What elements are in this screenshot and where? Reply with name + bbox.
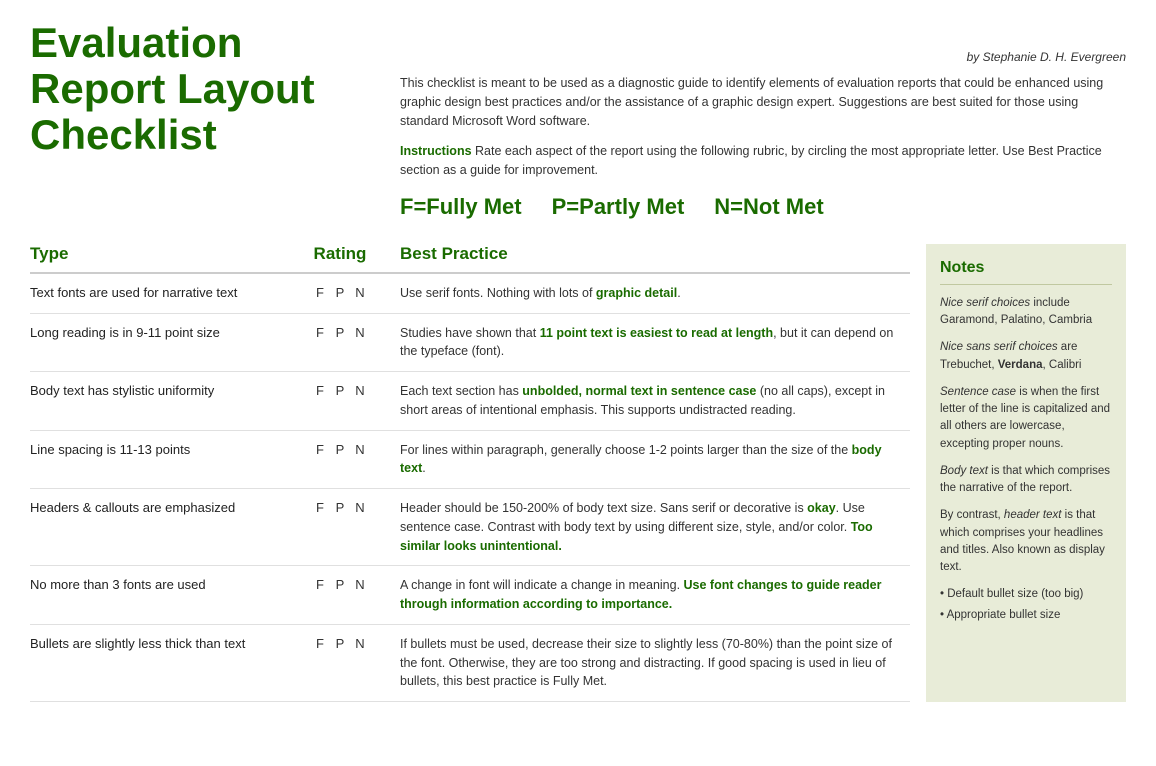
table-row: Long reading is in 9-11 point size F P N…	[30, 314, 910, 373]
table-row: Headers & callouts are emphasized F P N …	[30, 489, 910, 566]
row-type-3: Body text has stylistic uniformity	[30, 382, 290, 400]
col-practice-header: Best Practice	[390, 244, 910, 264]
rating-f[interactable]: F	[314, 500, 326, 515]
row-practice-7: If bullets must be used, decrease their …	[390, 635, 910, 691]
table-row: Body text has stylistic uniformity F P N…	[30, 372, 910, 431]
note-sans-serif: Nice sans serif choices are Trebuchet, V…	[940, 339, 1112, 374]
rating-p[interactable]: P	[334, 285, 346, 300]
main-content: Type Rating Best Practice Text fonts are…	[30, 244, 1126, 702]
table-row: Text fonts are used for narrative text F…	[30, 274, 910, 314]
row-type-1: Text fonts are used for narrative text	[30, 284, 290, 302]
row-rating-3[interactable]: F P N	[290, 382, 390, 398]
row-type-2: Long reading is in 9-11 point size	[30, 324, 290, 342]
row-rating-6[interactable]: F P N	[290, 576, 390, 592]
row-type-4: Line spacing is 11-13 points	[30, 441, 290, 459]
row-practice-6: A change in font will indicate a change …	[390, 576, 910, 614]
rating-n[interactable]: N	[354, 325, 366, 340]
instructions: Instructions Rate each aspect of the rep…	[400, 142, 1126, 180]
rating-p[interactable]: P	[334, 500, 346, 515]
rating-f[interactable]: F	[314, 636, 326, 651]
row-type-5: Headers & callouts are emphasized	[30, 499, 290, 517]
rating-f[interactable]: F	[314, 325, 326, 340]
legend-f: F=Fully Met	[400, 194, 522, 220]
row-rating-7[interactable]: F P N	[290, 635, 390, 651]
rating-n[interactable]: N	[354, 285, 366, 300]
row-practice-3: Each text section has unbolded, normal t…	[390, 382, 910, 420]
rating-p[interactable]: P	[334, 577, 346, 592]
rating-p[interactable]: P	[334, 636, 346, 651]
row-rating-5[interactable]: F P N	[290, 499, 390, 515]
row-practice-5: Header should be 150-200% of body text s…	[390, 499, 910, 555]
header-section: Evaluation Report Layout Checklist by St…	[30, 20, 1126, 220]
col-type-header: Type	[30, 244, 290, 264]
rating-f[interactable]: F	[314, 285, 326, 300]
column-headers: Type Rating Best Practice	[30, 244, 910, 274]
note-serif: Nice serif choices include Garamond, Pal…	[940, 295, 1112, 330]
note-sentence-case: Sentence case is when the first letter o…	[940, 384, 1112, 453]
checklist-area: Type Rating Best Practice Text fonts are…	[30, 244, 910, 702]
rating-p[interactable]: P	[334, 325, 346, 340]
byline: by Stephanie D. H. Evergreen	[400, 50, 1126, 64]
bullet-list: Default bullet size (too big) Appropriat…	[940, 586, 1112, 624]
row-practice-2: Studies have shown that 11 point text is…	[390, 324, 910, 362]
rating-n[interactable]: N	[354, 577, 366, 592]
intro-body: This checklist is meant to be used as a …	[400, 74, 1126, 130]
row-practice-1: Use serif fonts. Nothing with lots of gr…	[390, 284, 910, 303]
list-item: Appropriate bullet size	[940, 607, 1112, 624]
table-row: Bullets are slightly less thick than tex…	[30, 625, 910, 702]
rating-n[interactable]: N	[354, 500, 366, 515]
title-block: Evaluation Report Layout Checklist	[30, 20, 370, 159]
table-row: No more than 3 fonts are used F P N A ch…	[30, 566, 910, 625]
legend-n: N=Not Met	[714, 194, 823, 220]
row-type-7: Bullets are slightly less thick than tex…	[30, 635, 290, 653]
rating-n[interactable]: N	[354, 636, 366, 651]
intro-block: by Stephanie D. H. Evergreen This checkl…	[400, 20, 1126, 220]
main-title: Evaluation Report Layout Checklist	[30, 20, 370, 159]
note-body-text: Body text is that which comprises the na…	[940, 463, 1112, 498]
notes-panel: Notes Nice serif choices include Garamon…	[926, 244, 1126, 702]
list-item: Default bullet size (too big)	[940, 586, 1112, 603]
note-header-text: By contrast, header text is that which c…	[940, 507, 1112, 576]
row-rating-2[interactable]: F P N	[290, 324, 390, 340]
instructions-label: Instructions	[400, 144, 472, 158]
rating-f[interactable]: F	[314, 383, 326, 398]
rating-n[interactable]: N	[354, 383, 366, 398]
rating-f[interactable]: F	[314, 442, 326, 457]
rating-legend: F=Fully Met P=Partly Met N=Not Met	[400, 194, 1126, 220]
row-type-6: No more than 3 fonts are used	[30, 576, 290, 594]
legend-p: P=Partly Met	[552, 194, 685, 220]
table-row: Line spacing is 11-13 points F P N For l…	[30, 431, 910, 490]
rating-n[interactable]: N	[354, 442, 366, 457]
row-practice-4: For lines within paragraph, generally ch…	[390, 441, 910, 479]
notes-header: Notes	[940, 256, 1112, 285]
row-rating-1[interactable]: F P N	[290, 284, 390, 300]
rating-p[interactable]: P	[334, 383, 346, 398]
rating-f[interactable]: F	[314, 577, 326, 592]
rating-p[interactable]: P	[334, 442, 346, 457]
col-rating-header: Rating	[290, 244, 390, 264]
instructions-body: Rate each aspect of the report using the…	[400, 144, 1102, 177]
row-rating-4[interactable]: F P N	[290, 441, 390, 457]
